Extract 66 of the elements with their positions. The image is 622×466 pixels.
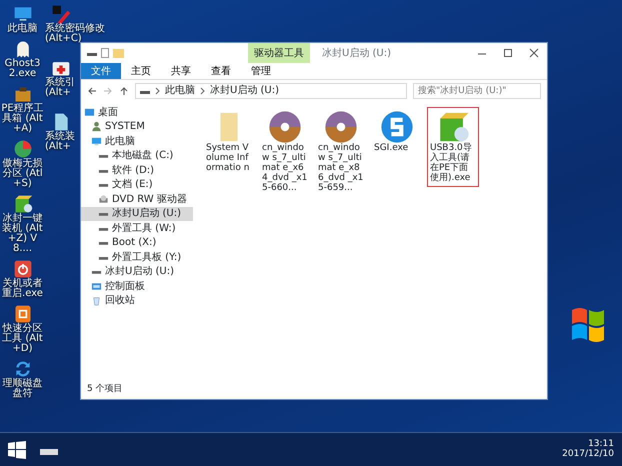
desktop-icon-label[interactable]: 快速分区工具 (Alt+D) [0, 324, 45, 354]
desktop-icon-label[interactable]: 此电脑 [8, 24, 38, 34]
ribbon-tab[interactable]: 文件 [81, 63, 121, 79]
desktop-icon-label[interactable]: 傲梅无损分区 (Atl+S) [0, 159, 45, 189]
desktop-icon-label[interactable]: 系统装 (Alt+ [45, 132, 77, 152]
desktop-icon-label[interactable]: 系统密码修改 (Alt+C) [45, 24, 105, 44]
desktop-icon-label[interactable]: PE程序工具箱 (Alt+A) [0, 104, 45, 134]
file-item[interactable]: System Volume Informatio n [203, 107, 255, 177]
dvd-drive-icon [98, 194, 109, 205]
nav-item[interactable]: 文档 (E:) [81, 178, 193, 192]
clock-date: 2017/12/10 [562, 450, 614, 460]
nav-item[interactable]: SYSTEM [81, 120, 193, 134]
power-icon [12, 259, 32, 279]
pen-icon [51, 4, 71, 24]
nav-item[interactable]: 回收站 [81, 294, 193, 308]
chevron-icon [155, 86, 160, 94]
chevron-icon [200, 86, 205, 94]
monitor-icon [91, 136, 102, 147]
file-item[interactable]: cn_window s_7_ultimat e_x64_dvd _x15-660... [259, 107, 311, 196]
nav-item[interactable]: 此电脑 [81, 134, 193, 148]
nav-item[interactable]: 控制面板 [81, 279, 193, 294]
desktop-icon [84, 106, 95, 118]
search-field[interactable]: 搜索"冰封U启动 (U:)" [413, 82, 541, 98]
disc-icon [324, 110, 358, 144]
s-logo-icon [380, 110, 414, 144]
nav-item[interactable]: 外置工具板 (Y:) [81, 250, 193, 264]
close-icon[interactable] [529, 48, 539, 58]
nav-item[interactable]: 软件 (D:) [81, 163, 193, 178]
file-item[interactable]: SGI.exe [371, 107, 423, 157]
nav-item[interactable]: 冰封U启动 (U:) [81, 264, 193, 279]
clock-time: 13:11 [587, 440, 614, 449]
status-text: 5 个项目 [86, 385, 124, 396]
desktop-icon-label[interactable]: 冰封一键装机 (Alt+Z) V8.... [0, 214, 45, 254]
ribbon-tab[interactable]: 查看 [201, 63, 241, 79]
package-icon [12, 194, 32, 214]
ribbon-tab[interactable]: 共享 [161, 63, 201, 79]
nav-item[interactable]: 本地磁盘 (C:) [81, 148, 193, 163]
pie-icon [12, 139, 32, 159]
control-panel-icon [91, 280, 102, 292]
file-item[interactable]: USB3.0导入工具(请在PE下面使用).exe [427, 107, 479, 187]
window-title: 冰封U启动 (U:) [322, 48, 391, 58]
breadcrumb-item[interactable]: 冰封U启动 (U:) [210, 85, 279, 96]
ribbon-tab[interactable]: 主页 [121, 63, 161, 79]
file-item[interactable]: cn_window s_7_ultimat e_x86_dvd _x15-659... [315, 107, 367, 196]
address-bar[interactable]: 此电脑 冰封U启动 (U:) [135, 82, 407, 98]
document-icon[interactable] [101, 48, 109, 58]
desktop-icon-label[interactable]: 理顺磁盘盘符 [0, 379, 45, 399]
nav-item[interactable]: 外置工具 (W:) [81, 221, 193, 236]
desktop-icon-label[interactable]: 系统引 (Alt+ [45, 78, 77, 98]
ribbon-tab[interactable]: 管理 [241, 63, 281, 79]
partition-tool-icon [12, 304, 32, 324]
user-icon [91, 121, 102, 132]
nav-item[interactable]: DVD RW 驱动器 [81, 192, 193, 206]
desktop-icon-label[interactable]: Ghost32.exe [0, 59, 45, 79]
recycle-bin-icon [91, 295, 102, 306]
up-arrow-icon[interactable] [119, 86, 129, 96]
disc-icon [268, 110, 302, 144]
nav-item[interactable]: 桌面 [81, 105, 193, 120]
desktop-icon-label[interactable]: 关机或者重启.exe [0, 279, 45, 299]
nav-item[interactable]: Boot (X:) [81, 236, 193, 250]
back-arrow-icon[interactable] [87, 86, 97, 96]
context-tab-label: 驱动器工具 [248, 43, 310, 63]
maximize-icon[interactable] [503, 48, 513, 58]
breadcrumb-item[interactable]: 此电脑 [165, 85, 195, 96]
start-icon[interactable] [8, 440, 26, 458]
nav-item[interactable]: 冰封U启动 (U:) [81, 206, 193, 221]
